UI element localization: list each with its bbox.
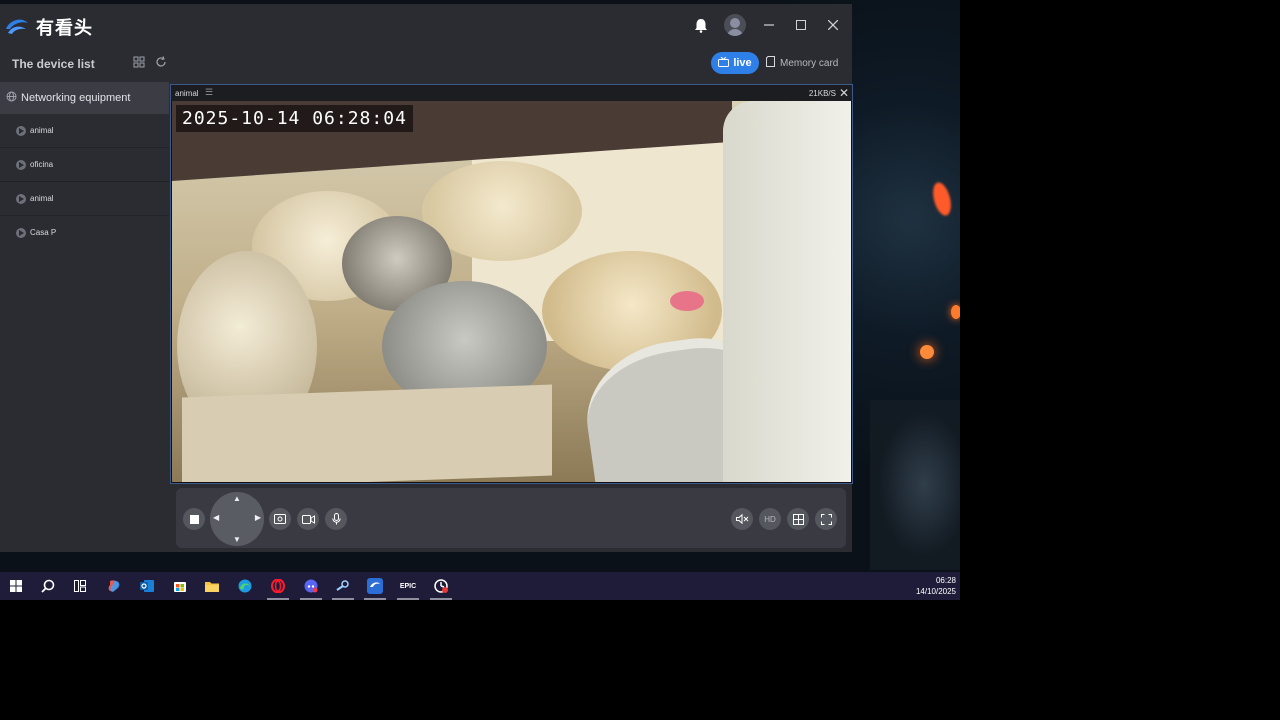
close-video-icon[interactable]: ✕ bbox=[839, 86, 849, 100]
copilot-icon[interactable] bbox=[105, 577, 123, 595]
menu-icon[interactable]: ☰ bbox=[205, 87, 213, 98]
device-label: Casa P bbox=[30, 228, 57, 237]
bell-icon[interactable] bbox=[692, 16, 710, 34]
play-circle-icon bbox=[16, 159, 26, 170]
stop-icon[interactable] bbox=[183, 508, 205, 530]
task-view-icon[interactable] bbox=[71, 577, 89, 595]
device-label: animal bbox=[30, 194, 54, 203]
app-window: 有看头 The device list live Memory card Net… bbox=[0, 4, 853, 552]
tv-icon bbox=[718, 56, 730, 70]
network-icon bbox=[6, 91, 17, 105]
group-label: Networking equipment bbox=[21, 92, 131, 104]
device-label: animal bbox=[30, 126, 54, 135]
windows-start-icon[interactable] bbox=[7, 577, 25, 595]
app-logo: 有看头 bbox=[4, 14, 93, 40]
search-icon[interactable] bbox=[39, 577, 57, 595]
app-logo-text: 有看头 bbox=[36, 18, 93, 38]
camera-app-icon[interactable] bbox=[364, 577, 386, 600]
ptz-left-icon[interactable]: ◀ bbox=[213, 513, 219, 522]
maximize-icon[interactable] bbox=[792, 16, 810, 34]
sd-card-icon bbox=[766, 56, 775, 70]
hd-toggle[interactable]: HD bbox=[759, 508, 781, 530]
device-item-animal[interactable]: animal bbox=[0, 114, 169, 148]
memory-card-label: Memory card bbox=[780, 57, 838, 69]
microsoft-store-icon[interactable] bbox=[171, 577, 189, 595]
minimize-icon[interactable] bbox=[760, 16, 778, 34]
live-label: live bbox=[733, 57, 752, 69]
wallpaper-ember bbox=[929, 180, 955, 218]
video-header: animal ☰ 21KB/S ✕ bbox=[171, 85, 852, 101]
screenshot-icon[interactable] bbox=[269, 508, 291, 530]
video-panel[interactable]: animal ☰ 21KB/S ✕ 2025-10-14 06:28:04 bbox=[170, 84, 853, 484]
feed-chick-head bbox=[670, 291, 704, 311]
device-item-oficina[interactable]: oficina bbox=[0, 148, 169, 182]
title-bar: 有看头 bbox=[0, 4, 852, 44]
fullscreen-icon[interactable] bbox=[815, 508, 837, 530]
memory-card-tab[interactable]: Memory card bbox=[766, 56, 838, 70]
ptz-down-icon[interactable]: ▼ bbox=[233, 535, 241, 544]
toolbar: The device list live Memory card bbox=[0, 44, 852, 82]
split-screen-icon[interactable] bbox=[787, 508, 809, 530]
outlook-icon[interactable] bbox=[138, 577, 156, 595]
epic-games-icon[interactable]: EPIC bbox=[397, 577, 419, 600]
feed-post bbox=[723, 101, 851, 482]
ptz-direction-icon[interactable]: ▲ ▼ ◀ ▶ bbox=[210, 492, 264, 546]
opera-browser-icon[interactable] bbox=[267, 577, 289, 600]
device-list-title: The device list bbox=[12, 57, 95, 71]
desktop-background: 有看头 The device list live Memory card Net… bbox=[0, 0, 960, 600]
networking-equipment-group[interactable]: Networking equipment bbox=[0, 82, 169, 114]
record-icon[interactable] bbox=[297, 508, 319, 530]
device-label: oficina bbox=[30, 160, 54, 169]
play-circle-icon bbox=[16, 227, 26, 238]
taskbar: EPIC 06:28 14/10/2025 bbox=[0, 572, 960, 600]
titlebar-controls bbox=[692, 14, 842, 36]
close-icon[interactable] bbox=[824, 16, 842, 34]
file-explorer-icon[interactable] bbox=[203, 577, 221, 595]
bitrate-readout: 21KB/S bbox=[808, 89, 836, 98]
device-item-casa-p[interactable]: Casa P bbox=[0, 216, 169, 249]
play-circle-icon bbox=[16, 193, 26, 204]
discord-icon[interactable] bbox=[300, 577, 322, 600]
app-shortcut-icon[interactable] bbox=[430, 577, 452, 600]
clock-date: 14/10/2025 bbox=[915, 587, 956, 596]
ptz-up-icon[interactable]: ▲ bbox=[233, 494, 241, 503]
wallpaper-ember bbox=[951, 305, 960, 319]
refresh-icon[interactable] bbox=[154, 56, 168, 70]
edge-browser-icon[interactable] bbox=[236, 577, 254, 595]
system-clock[interactable]: 06:28 14/10/2025 bbox=[916, 575, 956, 597]
user-avatar-icon[interactable] bbox=[724, 14, 746, 36]
ptz-right-icon[interactable]: ▶ bbox=[255, 513, 261, 522]
clock-time: 06:28 bbox=[935, 576, 956, 585]
wallpaper-ember bbox=[920, 345, 934, 359]
microphone-icon[interactable] bbox=[325, 508, 347, 530]
video-timestamp: 2025-10-14 06:28:04 bbox=[176, 105, 413, 132]
steam-icon[interactable] bbox=[332, 577, 354, 600]
live-button[interactable]: live bbox=[711, 52, 759, 74]
feed-cardboard-box bbox=[182, 384, 552, 482]
wallpaper-shape bbox=[870, 400, 960, 570]
grid-view-icon[interactable] bbox=[132, 56, 146, 70]
device-sidebar: Networking equipment animal oficina anim… bbox=[0, 82, 169, 552]
logo-icon bbox=[4, 17, 30, 37]
camera-feed[interactable]: 2025-10-14 06:28:04 bbox=[172, 101, 851, 482]
camera-name: animal bbox=[175, 89, 199, 98]
mute-icon[interactable] bbox=[731, 508, 753, 530]
play-circle-icon bbox=[16, 125, 26, 136]
device-item-animal-2[interactable]: animal bbox=[0, 182, 169, 216]
playback-controls: ▲ ▼ ◀ ▶ HD bbox=[176, 488, 846, 548]
